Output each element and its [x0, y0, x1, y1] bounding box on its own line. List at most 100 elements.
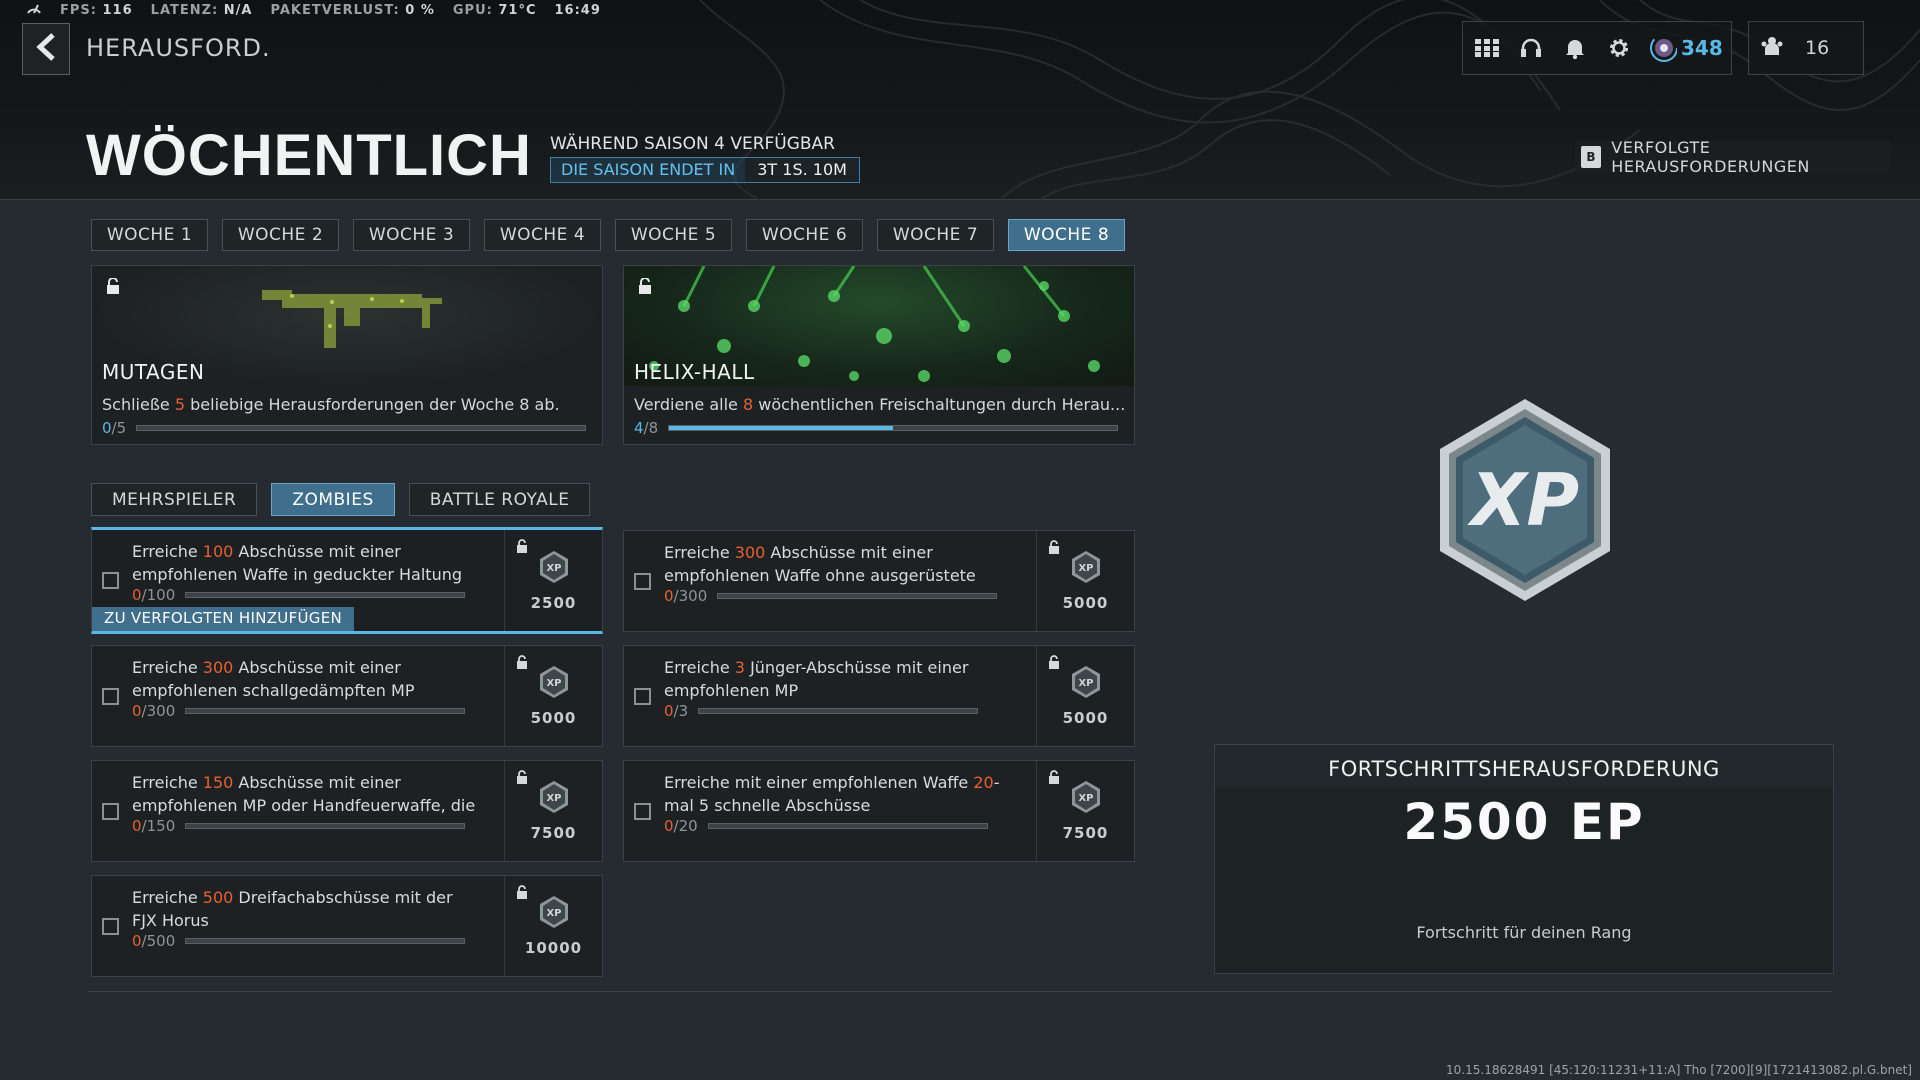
tab-mehrspieler[interactable]: MEHRSPIELER	[91, 483, 258, 516]
challenge-card[interactable]: Erreiche mit einer empfohlenen Waffe 20-…	[623, 760, 1135, 862]
progress-bar	[136, 425, 587, 431]
tab-week-8[interactable]: WOCHE 8	[1008, 219, 1125, 251]
xp-value: 10000	[524, 939, 583, 957]
lock-icon	[638, 277, 652, 298]
challenge-card[interactable]: Erreiche 500 Dreifachabschüsse mit der F…	[91, 875, 603, 977]
xp-icon: XP	[1071, 665, 1101, 703]
tracked-challenges-button[interactable]: B VERFOLGTE HERAUSFORDERUNGEN	[1575, 138, 1891, 176]
xp-value: 5000	[530, 709, 577, 727]
svg-text:XP: XP	[546, 678, 561, 689]
reward-card-helix-hall[interactable]: HELIX-HALL Verdiene alle 8 wöchentlichen…	[623, 265, 1135, 445]
tab-week-7[interactable]: WOCHE 7	[877, 219, 994, 251]
tab-week-1[interactable]: WOCHE 1	[91, 219, 208, 251]
arrow-left-icon	[33, 32, 59, 66]
xp-reward: XP 7500	[1036, 761, 1134, 861]
latency-value: N/A	[223, 2, 253, 18]
xp-reward: XP 5000	[1036, 646, 1134, 746]
progress-bar	[698, 708, 979, 714]
rank-value: 348	[1681, 36, 1723, 60]
tab-week-3[interactable]: WOCHE 3	[353, 219, 470, 251]
xp-icon: XP	[539, 550, 569, 588]
tracked-challenges-label: VERFOLGTE HERAUSFORDERUNGEN	[1611, 138, 1810, 176]
fps-value: 116	[102, 2, 133, 18]
back-button[interactable]	[22, 23, 70, 75]
grid-icon[interactable]	[1473, 34, 1501, 62]
challenge-progress: 0/100	[132, 586, 466, 604]
challenge-text: Erreiche mit einer empfohlenen Waffe 20-…	[664, 773, 1000, 815]
xp-icon: XP	[539, 780, 569, 818]
breadcrumb: HERAUSFORD.	[86, 34, 271, 62]
svg-text:XP: XP	[1078, 563, 1093, 574]
tab-week-4[interactable]: WOCHE 4	[484, 219, 601, 251]
gpu-label: GPU:	[452, 2, 493, 18]
season-end-label: DIE SAISON ENDET IN	[551, 158, 746, 182]
reward-card-mutagen[interactable]: MUTAGEN Schließe 5 beliebige Herausforde…	[91, 265, 603, 445]
bell-icon[interactable]	[1561, 34, 1589, 62]
challenge-progress: 0/500	[132, 932, 466, 950]
friends-button[interactable]: 16	[1748, 21, 1864, 75]
add-to-tracked-button[interactable]: ZU VERFOLGTEN HINZUFÜGEN	[92, 607, 355, 631]
season-end-value: 3T 1S. 10M	[745, 158, 859, 182]
xp-icon: XP	[1071, 780, 1101, 818]
tab-zombies[interactable]: ZOMBIES	[271, 483, 395, 516]
packetloss-value: 0 %	[405, 2, 435, 18]
rank-display[interactable]: 348	[1649, 34, 1723, 62]
progress-bar	[185, 823, 466, 829]
progress-bar	[185, 592, 466, 598]
tab-battle-royale[interactable]: BATTLE ROYALE	[408, 483, 591, 516]
lock-icon	[106, 277, 120, 298]
progression-reward-panel: FORTSCHRITTSHERAUSFORDERUNG 2500 EP Fort…	[1214, 744, 1834, 974]
challenge-text: Erreiche 300 Abschüsse mit einer empfohl…	[132, 658, 415, 700]
track-checkbox[interactable]	[102, 572, 119, 589]
tab-week-2[interactable]: WOCHE 2	[222, 219, 339, 251]
availability-text: WÄHREND SAISON 4 VERFÜGBAR	[550, 134, 835, 154]
headset-icon[interactable]	[1517, 34, 1545, 62]
xp-reward: XP 7500	[504, 761, 602, 861]
track-checkbox[interactable]	[634, 688, 651, 705]
divider	[88, 991, 1832, 992]
xp-value: 5000	[1062, 594, 1109, 612]
track-checkbox[interactable]	[102, 803, 119, 820]
latency-label: LATENZ:	[150, 2, 219, 18]
reward-description: Schließe 5 beliebige Herausforderungen d…	[102, 395, 560, 414]
xp-badge-icon: XP	[1430, 395, 1620, 619]
xp-reward: XP 5000	[504, 646, 602, 746]
xp-icon: XP	[1071, 550, 1101, 588]
progress-bar	[668, 425, 1119, 431]
track-checkbox[interactable]	[634, 803, 651, 820]
challenge-card[interactable]: Erreiche 300 Abschüsse mit einer empfohl…	[91, 645, 603, 747]
challenge-progress: 0/3	[664, 702, 979, 720]
gear-icon[interactable]	[1605, 34, 1633, 62]
tab-week-6[interactable]: WOCHE 6	[746, 219, 863, 251]
challenge-card[interactable]: Erreiche 3 Jünger-Abschüsse mit einer em…	[623, 645, 1135, 747]
reward-name: MUTAGEN	[102, 360, 205, 384]
xp-reward: XP 2500	[504, 530, 602, 631]
season-timer: DIE SAISON ENDET IN 3T 1S. 10M	[550, 157, 860, 183]
xp-reward: XP 5000	[1036, 531, 1134, 631]
track-checkbox[interactable]	[102, 918, 119, 935]
svg-text:XP: XP	[546, 793, 561, 804]
prize-value: 2500 EP	[1403, 793, 1645, 851]
challenge-text: Erreiche 500 Dreifachabschüsse mit der F…	[132, 888, 453, 930]
progress-bar	[717, 593, 998, 599]
track-checkbox[interactable]	[102, 688, 119, 705]
progress-bar	[185, 708, 466, 714]
challenge-card[interactable]: Erreiche 300 Abschüsse mit einer empfohl…	[623, 530, 1135, 632]
xp-value: 7500	[1062, 824, 1109, 842]
challenge-card[interactable]: Erreiche 150 Abschüsse mit einer empfohl…	[91, 760, 603, 862]
fps-label: FPS:	[60, 2, 97, 18]
xp-value: 2500	[530, 593, 577, 612]
friends-count: 16	[1805, 37, 1830, 59]
status-bar: FPS: 116 LATENZ: N/A PAKETVERLUST: 0 % G…	[26, 1, 601, 19]
reward-name: HELIX-HALL	[634, 360, 755, 384]
tab-week-5[interactable]: WOCHE 5	[615, 219, 732, 251]
performance-icon	[26, 1, 42, 19]
track-checkbox[interactable]	[634, 573, 651, 590]
xp-icon: XP	[539, 665, 569, 703]
prize-header: FORTSCHRITTSHERAUSFORDERUNG	[1215, 745, 1833, 787]
challenge-card[interactable]: Erreiche 100 Abschüsse mit einer empfohl…	[91, 527, 603, 634]
svg-text:XP: XP	[546, 563, 561, 574]
svg-text:XP: XP	[546, 908, 561, 919]
friends-icon	[1761, 35, 1783, 62]
svg-text:XP: XP	[1078, 793, 1093, 804]
